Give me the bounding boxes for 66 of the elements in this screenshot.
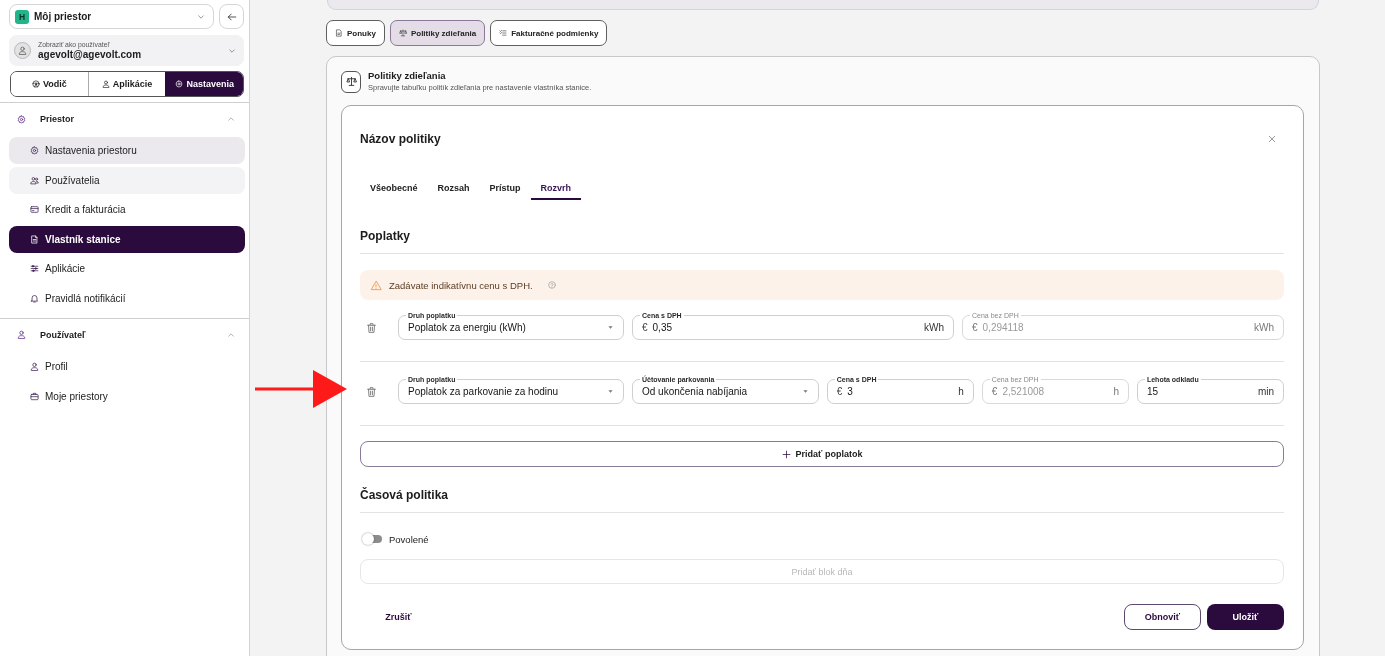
chevron-down-icon [228,46,236,55]
plus-icon [781,449,791,459]
sidebar-item[interactable]: Aplikácie [9,255,245,283]
caret-down-icon [607,388,614,395]
caret-down-icon [801,388,809,395]
bell-icon [30,293,39,303]
warning-icon [370,279,382,291]
briefcase-icon [30,391,39,401]
workspace-badge: H [15,9,29,24]
sidebar-item[interactable]: Používatelia [9,166,245,194]
sidebar-item[interactable]: Vlastník stanice [9,225,245,253]
person-icon [30,361,39,371]
checklist-icon [499,29,508,37]
steering-wheel-icon [31,80,40,88]
tab[interactable]: Rozsah [427,172,480,200]
notice-text: Zadávate indikatívnu cenu s DPH. [389,279,533,291]
close-button[interactable] [1268,135,1276,143]
user-email: agevolt@agevolt.com [38,49,142,61]
tab[interactable]: Rozvrh [530,172,582,200]
document-icon [30,234,39,244]
back-button[interactable] [219,4,244,29]
caret-down-icon [607,324,614,331]
save-button[interactable]: Uložiť [1207,604,1284,630]
sidebar-item[interactable]: Nastavenia priestoru [9,137,245,164]
gear-icon [17,114,26,124]
close-icon [1268,135,1276,143]
tab[interactable]: Prístup [479,172,531,200]
scales-icon [341,70,361,93]
sidebar-item[interactable]: Kredit a fakturácia [9,196,245,224]
arrow-left-icon [226,11,237,22]
credit-card-icon [30,205,39,215]
trash-icon [366,385,377,398]
section-heading: Časová politika [360,487,1284,513]
reset-button[interactable]: Obnoviť [1124,604,1201,630]
scales-icon [398,29,407,37]
mode-tab[interactable]: Nastavenia [165,72,243,96]
help-icon [547,281,556,289]
toggle-switch[interactable] [362,533,382,545]
dialog-title: Názov politiky [360,132,441,146]
delete-button[interactable] [366,321,377,334]
sidebar-item[interactable]: Pravidlá notifikácií [9,284,245,312]
document-icon [335,29,343,37]
tab[interactable]: Politiky zdieľania [389,20,486,46]
gear-icon [175,80,184,88]
section-header[interactable]: Používateľ [0,324,250,345]
sliders-icon [30,264,39,274]
gear-icon [30,146,39,155]
add-fee-button[interactable]: Pridať poplatok [360,441,1284,467]
section-header[interactable]: Priestor [0,109,250,129]
avatar-icon [14,42,31,59]
person-icon [101,80,110,88]
sidebar-item[interactable]: Profil [9,352,245,380]
trash-icon [366,321,377,334]
cancel-button[interactable]: Zrušiť [360,604,437,630]
chevron-down-icon [197,12,205,21]
workspace-selector[interactable]: H Môj priestor [9,4,214,29]
delete-button[interactable] [366,385,377,398]
sidebar-item[interactable]: Moje priestory [9,382,245,410]
tab[interactable]: Fakturačné podmienky [490,20,608,46]
person-icon [17,330,26,340]
toggle-label: Povolené [389,533,429,545]
tab[interactable]: Všeobecné [360,172,428,200]
section-heading: Poplatky [360,228,1284,254]
tab[interactable]: Ponuky [326,20,385,46]
people-icon [30,175,39,185]
card-title: Politiky zdieľania [368,70,447,82]
